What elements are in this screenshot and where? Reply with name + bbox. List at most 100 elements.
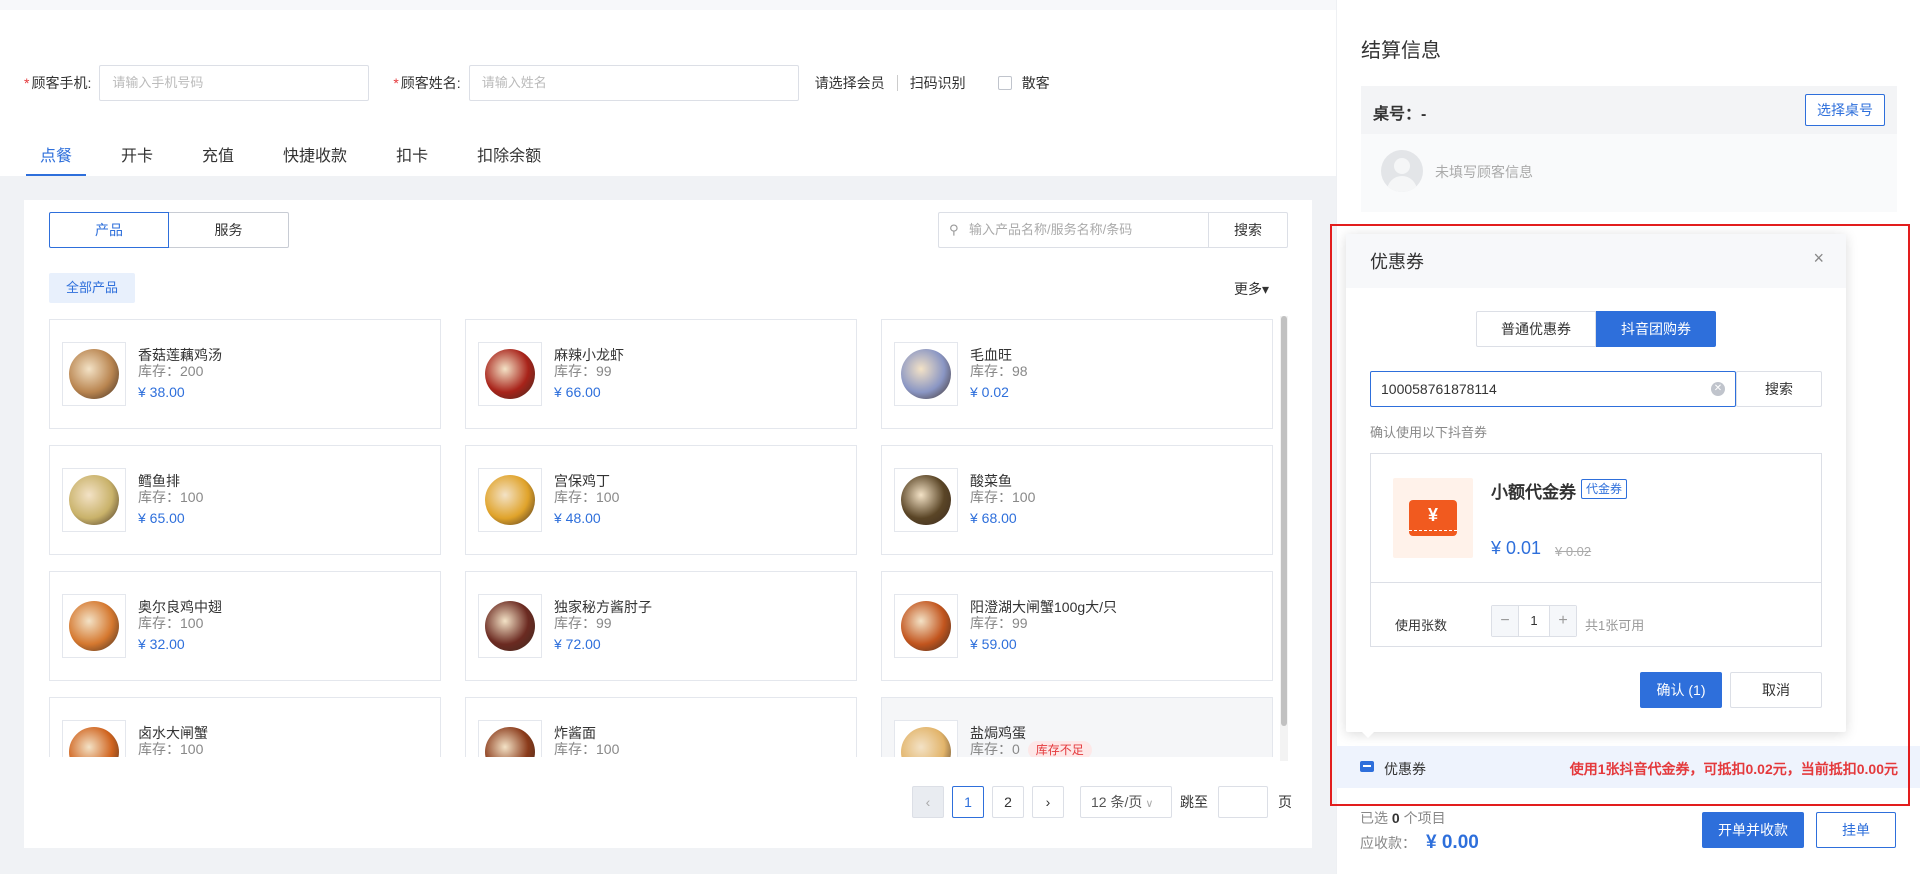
product-card[interactable]: 奥尔良鸡中翅 库存：100 ¥ 32.00 (49, 571, 441, 681)
tab-deduct-card[interactable]: 扣卡 (396, 140, 428, 176)
select-table-button[interactable]: 选择桌号 (1805, 94, 1885, 126)
hang-order-button[interactable]: 挂单 (1816, 812, 1896, 848)
selected-summary: 已选 0 个项目 (1360, 808, 1446, 828)
decrement-button[interactable]: − (1492, 606, 1518, 636)
segment-service[interactable]: 服务 (169, 212, 289, 248)
product-stock: 库存：99 (970, 615, 1028, 631)
product-stock: 库存：100 (138, 741, 204, 757)
tab-open-card[interactable]: 开卡 (121, 140, 153, 176)
tab-douyin-coupon[interactable]: 抖音团购券 (1596, 311, 1716, 347)
page-2-button[interactable]: 2 (992, 786, 1024, 818)
coupon-type-badge: 代金券 (1581, 479, 1628, 499)
coupon-code-input[interactable]: 100058761878114 ✕ (1370, 371, 1736, 407)
product-image (478, 342, 542, 406)
phone-input[interactable]: 请输入手机号码 (99, 65, 370, 101)
page-size-value: 12 条/页 (1091, 794, 1143, 810)
product-image (62, 720, 126, 757)
page-1-button[interactable]: 1 (952, 786, 984, 818)
more-dropdown[interactable]: 更多▾ (1234, 279, 1269, 299)
product-card[interactable]: 盐焗鸡蛋 库存：0 库存不足 (881, 697, 1273, 757)
dish-image (69, 475, 119, 525)
product-search-input[interactable]: ⚲ 输入产品名称/服务名称/条码 (938, 212, 1208, 248)
required-mark: * (393, 75, 399, 91)
select-member-link[interactable]: 请选择会员 (815, 73, 885, 93)
coupon-type-tabs: 普通优惠券 抖音团购券 (1476, 311, 1716, 347)
function-tabs: 点餐 开卡 充值 快捷收款 扣卡 扣除余额 (24, 140, 541, 176)
product-price: ¥ 72.00 (554, 636, 601, 652)
customer-row: * 顾客手机: 请输入手机号码 * 顾客姓名: 请输入姓名 请选择会员 扫码识别… (24, 65, 1050, 101)
popup-title: 优惠券 (1370, 252, 1424, 272)
segment-product[interactable]: 产品 (49, 212, 169, 248)
top-band (0, 0, 1336, 10)
jump-input[interactable] (1218, 786, 1268, 818)
coupon-ticket: ¥ 小额代金券 代金券 ¥ 0.01 ¥ 0.02 使用张数 − 1 + 共1张… (1370, 453, 1822, 647)
product-card[interactable]: 卤水大闸蟹 库存：100 (49, 697, 441, 757)
coupon-icon-glyph: ¥ (1427, 505, 1438, 525)
confirm-button[interactable]: 确认 (1) (1640, 672, 1722, 708)
open-and-pay-button[interactable]: 开单并收款 (1702, 812, 1804, 848)
dish-image (901, 727, 951, 757)
prev-page-button[interactable]: ‹ (912, 786, 944, 818)
coupon-price: ¥ 0.01 (1491, 538, 1542, 558)
product-image (894, 720, 958, 757)
phone-label: 顾客手机: (31, 75, 92, 91)
scrollbar-thumb[interactable] (1281, 316, 1287, 726)
search-icon: ⚲ (949, 222, 959, 237)
dish-image (901, 601, 951, 651)
product-card[interactable]: 鳕鱼排 库存：100 ¥ 65.00 (49, 445, 441, 555)
product-price: ¥ 48.00 (554, 510, 601, 526)
dish-image (69, 349, 119, 399)
selected-count: 0 (1391, 810, 1400, 826)
product-card[interactable]: 阳澄湖大闸蟹100g大/只 库存：99 ¥ 59.00 (881, 571, 1273, 681)
product-image (62, 342, 126, 406)
tab-normal-coupon[interactable]: 普通优惠券 (1476, 311, 1596, 347)
product-card[interactable]: 独家秘方酱肘子 库存：99 ¥ 72.00 (465, 571, 857, 681)
settlement-title: 结算信息 (1361, 40, 1441, 62)
product-image (894, 468, 958, 532)
coupon-search-button[interactable]: 搜索 (1736, 371, 1822, 407)
category-all-products[interactable]: 全部产品 (49, 273, 135, 303)
tab-deduct-balance[interactable]: 扣除余额 (477, 140, 541, 176)
product-card[interactable]: 炸酱面 库存：100 (465, 697, 857, 757)
confirm-hint: 确认使用以下抖音券 (1370, 425, 1488, 440)
scan-link[interactable]: 扫码识别 (910, 73, 966, 93)
product-price: ¥ 68.00 (970, 510, 1017, 526)
product-stock: 库存：100 (970, 489, 1036, 505)
popup-arrow (1360, 730, 1376, 738)
clear-icon[interactable]: ✕ (1711, 382, 1725, 396)
product-stock: 库存：100 (554, 741, 620, 757)
coupon-name: 小额代金券 (1491, 483, 1576, 502)
coupon-bar[interactable]: 优惠券 使用1张抖音代金券，可抵扣0.02元，当前抵扣0.00元 (1336, 746, 1920, 788)
dish-image (485, 349, 535, 399)
next-page-button[interactable]: › (1032, 786, 1064, 818)
table-number-bar: 桌号：- 选择桌号 (1361, 86, 1897, 134)
selected-suffix: 个项目 (1403, 810, 1446, 826)
amount-due: 应收款： ¥ 0.00 (1360, 832, 1479, 854)
tab-order[interactable]: 点餐 (25, 140, 87, 176)
tab-quick-pay[interactable]: 快捷收款 (283, 140, 347, 176)
product-image (894, 342, 958, 406)
product-card[interactable]: 毛血旺 库存：98 ¥ 0.02 (881, 319, 1273, 429)
page-size-select[interactable]: 12 条/页 ∨ (1080, 786, 1172, 818)
dish-image (69, 601, 119, 651)
dish-image (69, 727, 119, 757)
product-card[interactable]: 酸菜鱼 库存：100 ¥ 68.00 (881, 445, 1273, 555)
quantity-value[interactable]: 1 (1518, 606, 1550, 636)
product-price: ¥ 32.00 (138, 636, 185, 652)
close-icon[interactable]: × (1813, 248, 1824, 269)
page-unit-label: 页 (1278, 794, 1292, 810)
product-stock: 库存：100 (138, 489, 204, 505)
product-card[interactable]: 宫保鸡丁 库存：100 ¥ 48.00 (465, 445, 857, 555)
product-card[interactable]: 香菇莲藕鸡汤 库存：200 ¥ 38.00 (49, 319, 441, 429)
ticket-icon (1360, 761, 1374, 772)
walk-in-checkbox[interactable] (997, 76, 1012, 90)
product-search-button[interactable]: 搜索 (1208, 212, 1288, 248)
product-card[interactable]: 麻辣小龙虾 库存：99 ¥ 66.00 (465, 319, 857, 429)
product-stock: 库存：200 (138, 363, 204, 379)
product-image (894, 594, 958, 658)
tab-recharge[interactable]: 充值 (202, 140, 234, 176)
name-input[interactable]: 请输入姓名 (468, 65, 799, 101)
cancel-button[interactable]: 取消 (1730, 672, 1822, 708)
increment-button[interactable]: + (1550, 606, 1576, 636)
table-number-label: 桌号：- (1373, 106, 1427, 123)
